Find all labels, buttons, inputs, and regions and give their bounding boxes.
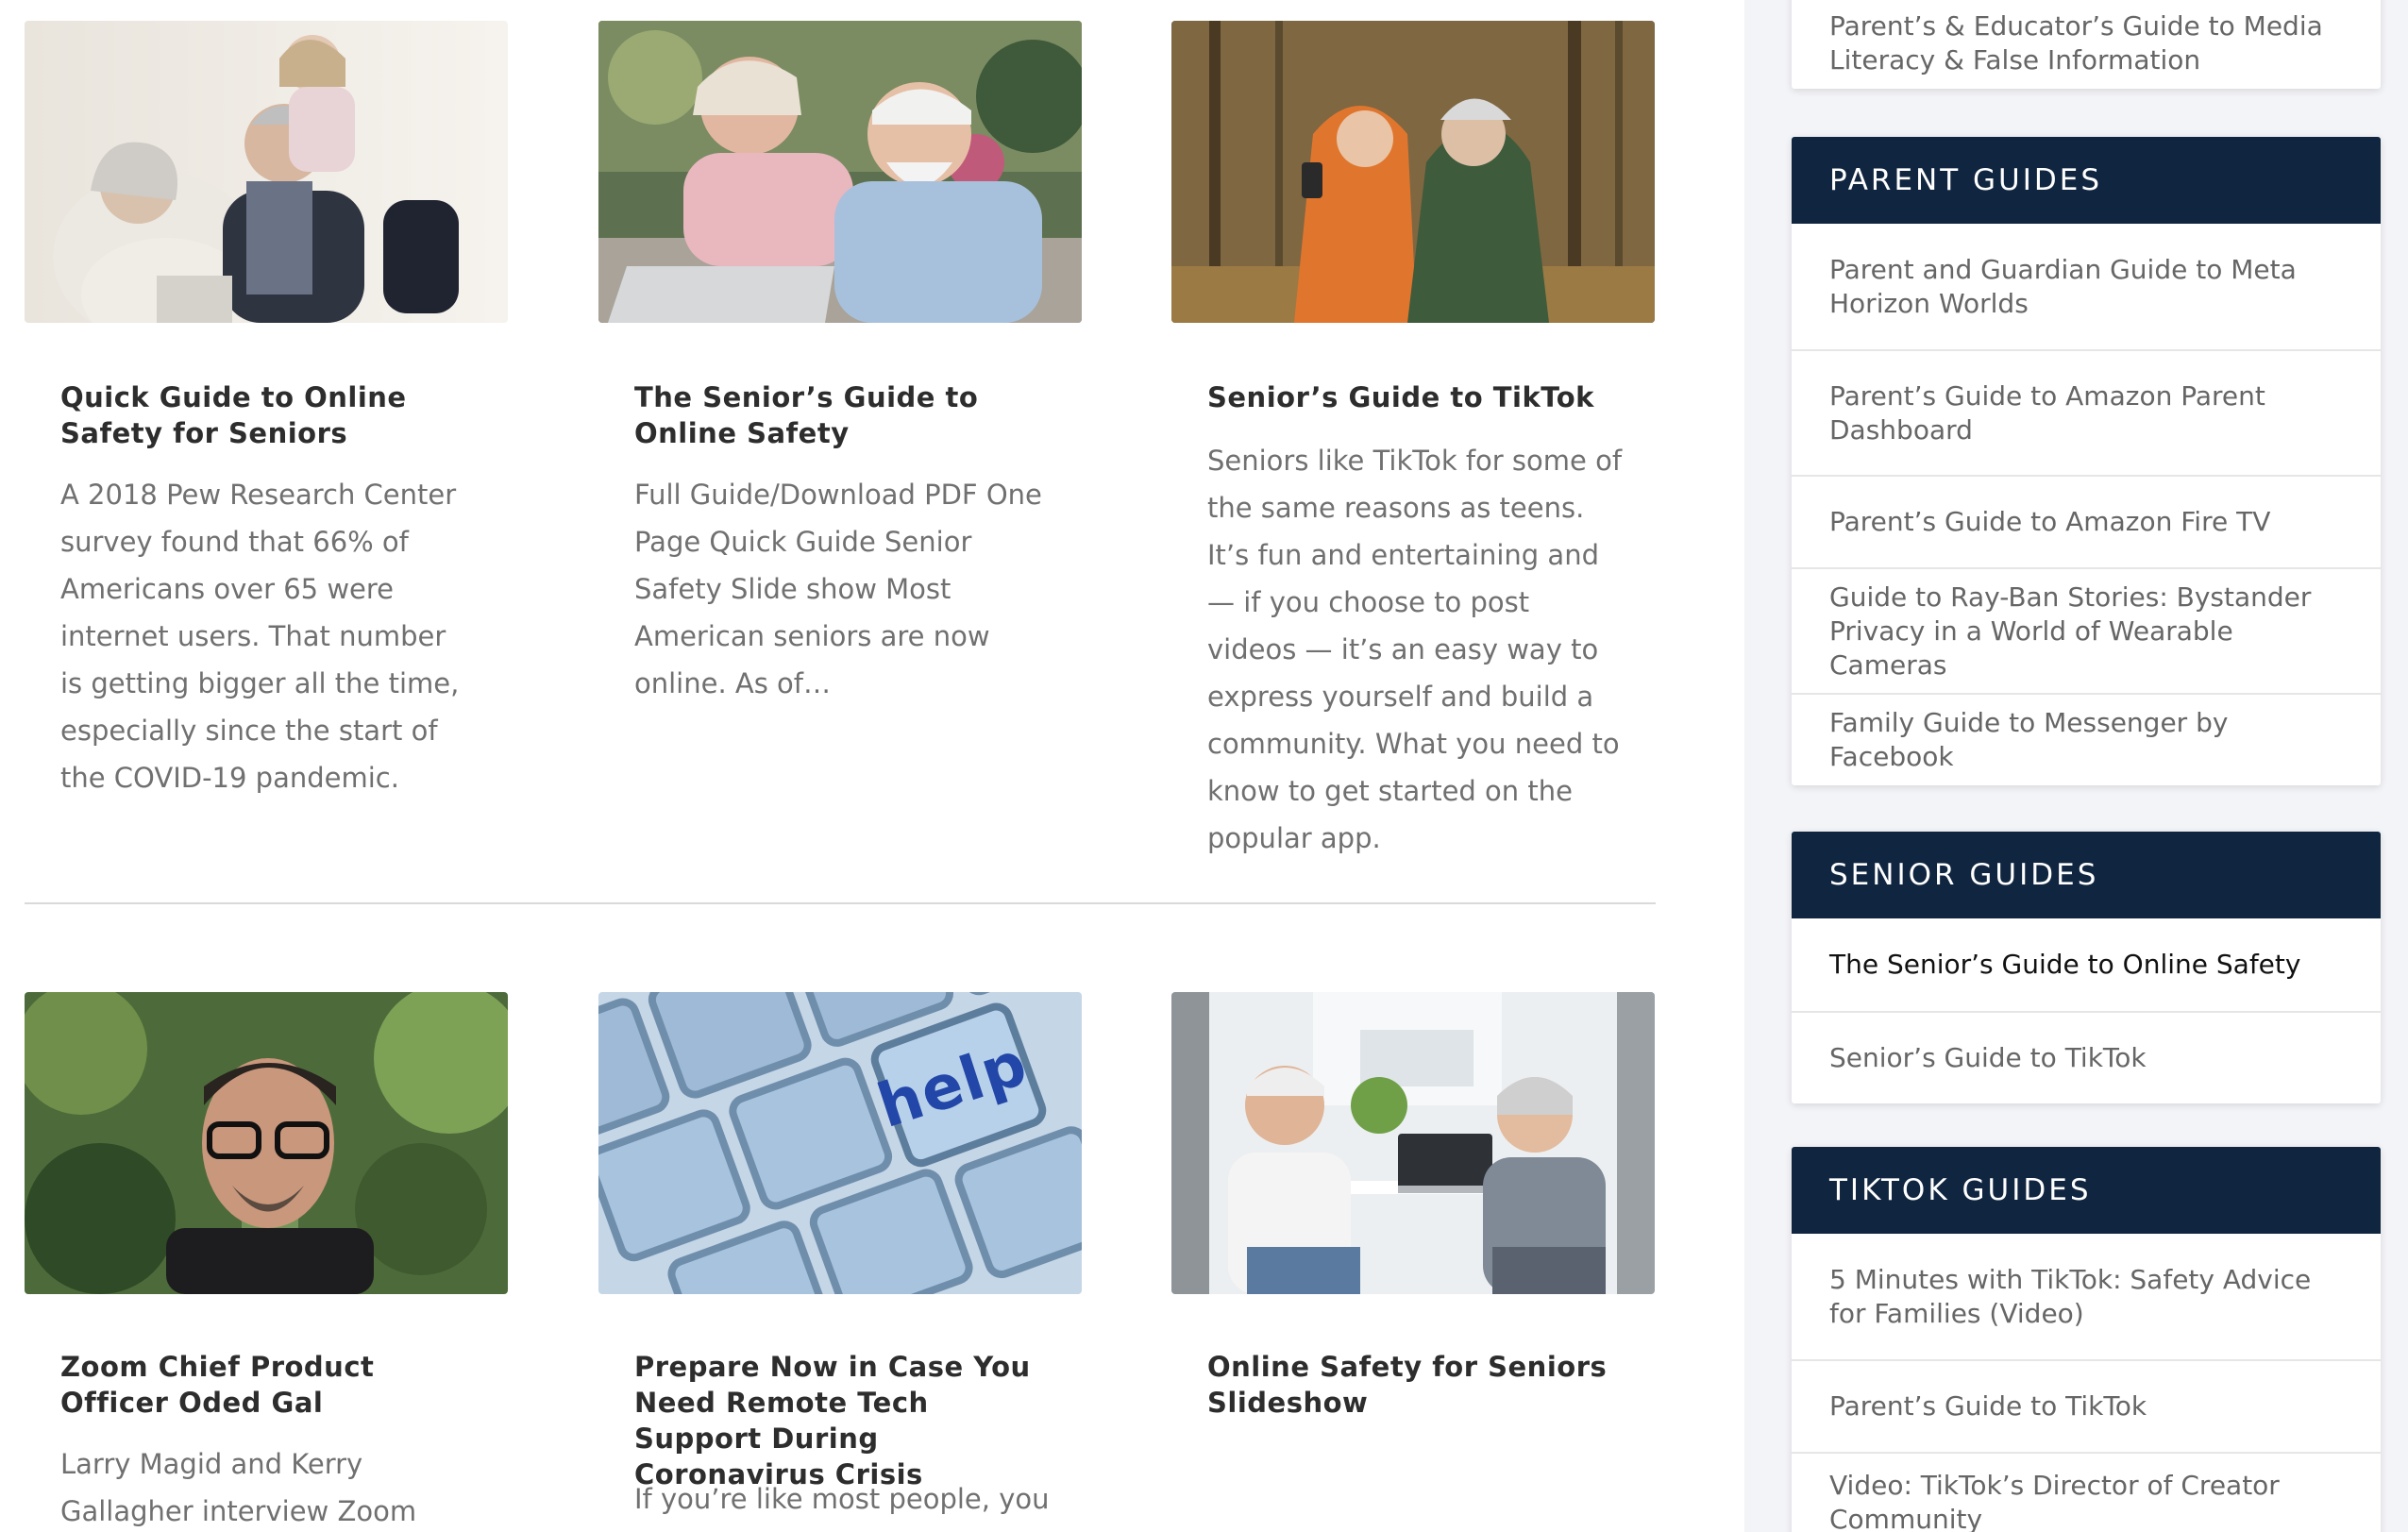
sidebar-link[interactable]: Video: TikTok’s Director of Creator Comm… — [1792, 1452, 2381, 1532]
sidebar-link-label: Parent’s & Educator’s Guide to Media Lit… — [1829, 10, 2323, 76]
sidebar-link-label: 5 Minutes with TikTok: Safety Advice for… — [1829, 1263, 2312, 1329]
post-excerpt: Full Guide/Download PDF One Page Quick G… — [634, 479, 1042, 699]
post-card: Senior’s Guide to TikTok Seniors like Ti… — [1171, 21, 1655, 870]
post-title[interactable]: Online Safety for Seniors Slideshow — [1207, 1349, 1623, 1421]
sidebar-widget-recent: Parent’s & Educator’s Guide to Media Lit… — [1792, 0, 2381, 89]
sidebar-link-label: Parent and Guardian Guide to Meta Horizo… — [1829, 253, 2297, 319]
sidebar-widget-parent-guides: PARENT GUIDES Parent and Guardian Guide … — [1792, 137, 2381, 785]
sidebar-link[interactable]: Parent’s Guide to Amazon Parent Dashboar… — [1792, 349, 2381, 475]
post-card: Zoom Chief Product Officer Oded Gal Larr… — [25, 992, 508, 1532]
page: Quick Guide to Online Safety for Seniors… — [0, 0, 2408, 1532]
sidebar-link-label: Guide to Ray-Ban Stories: Bystander Priv… — [1829, 581, 2312, 681]
sidebar-link[interactable]: Parent’s Guide to TikTok — [1792, 1359, 2381, 1452]
sidebar-link-label: Parent’s Guide to TikTok — [1829, 1390, 2147, 1422]
post-thumbnail-seniors-family[interactable] — [25, 21, 508, 323]
widget-heading: TIKTOK GUIDES — [1792, 1147, 2381, 1234]
photo-image — [1171, 992, 1655, 1294]
photo-image — [25, 992, 508, 1294]
sidebar-widget-tiktok-guides: TIKTOK GUIDES 5 Minutes with TikTok: Saf… — [1792, 1147, 2381, 1532]
sidebar-link-label: Family Guide to Messenger by Facebook — [1829, 707, 2229, 772]
sidebar-link-label: Parent’s Guide to Amazon Parent Dashboar… — [1829, 379, 2265, 446]
post-thumbnail-seniors-laptop[interactable] — [598, 21, 1082, 323]
sidebar-link-active[interactable]: The Senior’s Guide to Online Safety — [1792, 918, 2381, 1011]
photo-image — [1171, 21, 1655, 323]
post-excerpt: Seniors like TikTok for some of the same… — [1207, 445, 1623, 854]
post-card: Quick Guide to Online Safety for Seniors… — [25, 21, 508, 870]
sidebar-link-label: Senior’s Guide to TikTok — [1829, 1042, 2147, 1073]
post-title[interactable]: The Senior’s Guide to Online Safety — [634, 379, 1050, 451]
sidebar-link[interactable]: 5 Minutes with TikTok: Safety Advice for… — [1792, 1234, 2381, 1359]
post-excerpt: If you’re like most people, you — [634, 1483, 1050, 1515]
post-title[interactable]: Zoom Chief Product Officer Oded Gal — [60, 1349, 476, 1421]
widget-heading: SENIOR GUIDES — [1792, 832, 2381, 918]
post-title[interactable]: Quick Guide to Online Safety for Seniors — [60, 379, 476, 451]
post-title[interactable]: Senior’s Guide to TikTok — [1207, 379, 1623, 415]
sidebar-link[interactable]: Parent’s Guide to Amazon Fire TV — [1792, 475, 2381, 567]
post-card: help Prepare Now in Case You Need Remote… — [598, 992, 1082, 1532]
post-card: Online Safety for Seniors Slideshow — [1171, 992, 1655, 1532]
post-excerpt: A 2018 Pew Research Center survey found … — [60, 479, 460, 794]
post-thumbnail-zoom-interview[interactable] — [25, 992, 508, 1294]
sidebar-link-label: The Senior’s Guide to Online Safety — [1829, 949, 2301, 980]
sidebar-widget-senior-guides: SENIOR GUIDES The Senior’s Guide to Onli… — [1792, 832, 2381, 1103]
sidebar-link-label: Video: TikTok’s Director of Creator Comm… — [1829, 1470, 2280, 1532]
sidebar-link[interactable]: Family Guide to Messenger by Facebook — [1792, 693, 2381, 785]
sidebar-link[interactable]: Guide to Ray-Ban Stories: Bystander Priv… — [1792, 567, 2381, 693]
widget-heading: PARENT GUIDES — [1792, 137, 2381, 224]
post-thumbnail-seniors-tiktok[interactable] — [1171, 21, 1655, 323]
post-title[interactable]: Prepare Now in Case You Need Remote Tech… — [634, 1349, 1050, 1492]
sidebar-link[interactable]: Parent and Guardian Guide to Meta Horizo… — [1792, 224, 2381, 349]
sidebar-link-label: Parent’s Guide to Amazon Fire TV — [1829, 506, 2271, 537]
post-thumbnail-help-key[interactable]: help — [598, 992, 1082, 1294]
main-content: Quick Guide to Online Safety for Seniors… — [0, 0, 1744, 1532]
sidebar-link[interactable]: Senior’s Guide to TikTok — [1792, 1011, 2381, 1103]
post-excerpt: Larry Magid and Kerry Gallagher intervie… — [60, 1448, 417, 1527]
post-card: The Senior’s Guide to Online Safety Full… — [598, 21, 1082, 870]
photo-image — [25, 21, 508, 323]
photo-image — [598, 21, 1082, 323]
row-divider — [25, 902, 1656, 904]
post-thumbnail-seniors-patio[interactable] — [1171, 992, 1655, 1294]
sidebar-link[interactable]: Parent’s & Educator’s Guide to Media Lit… — [1792, 0, 2381, 89]
